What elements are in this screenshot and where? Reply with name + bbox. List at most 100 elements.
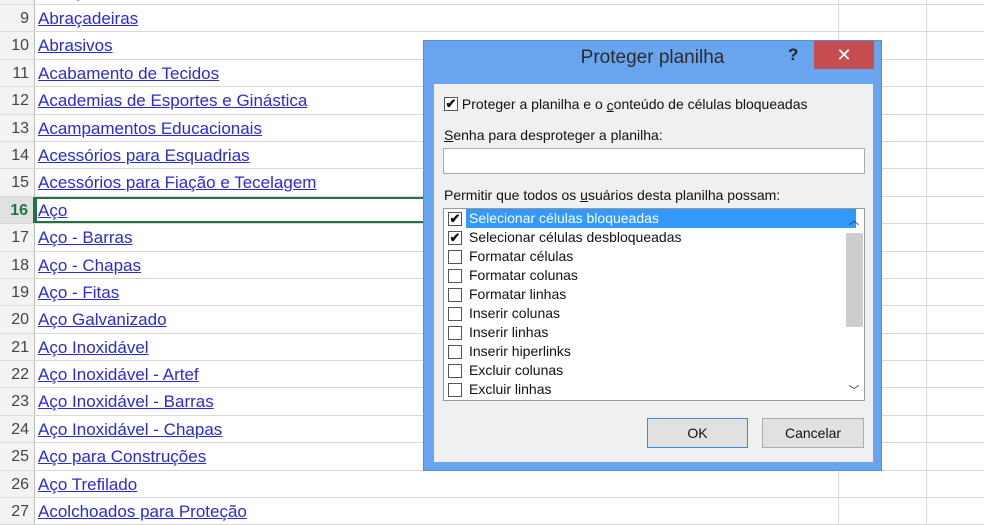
checkbox-icon[interactable]: ✔ bbox=[444, 97, 458, 112]
cell-a[interactable]: Acolchoados para Proteção bbox=[35, 498, 839, 525]
close-button[interactable]: ✕ bbox=[814, 41, 874, 69]
row-header[interactable]: 8 bbox=[0, 0, 35, 4]
cell-c[interactable] bbox=[927, 5, 984, 31]
hyperlink[interactable]: Aço Inoxidável - Barras bbox=[38, 392, 214, 411]
cell-c[interactable] bbox=[927, 252, 984, 278]
password-input[interactable] bbox=[443, 148, 865, 174]
cell-c[interactable] bbox=[927, 279, 984, 305]
cell-c[interactable] bbox=[927, 142, 984, 168]
scroll-up-icon[interactable]: ︿ bbox=[844, 212, 864, 228]
cancel-button[interactable]: Cancelar bbox=[762, 418, 864, 448]
row-header[interactable]: 23 bbox=[0, 388, 35, 415]
permission-item[interactable]: ✔ Selecionar células desbloqueadas bbox=[444, 228, 864, 247]
checkbox-icon[interactable] bbox=[448, 325, 462, 340]
hyperlink[interactable]: Abraçadeiras bbox=[38, 9, 138, 28]
hyperlink[interactable]: Aço para Construções bbox=[38, 447, 206, 466]
row-header[interactable]: 17 bbox=[0, 224, 35, 251]
cell-c[interactable] bbox=[927, 169, 984, 195]
row-header[interactable]: 16 bbox=[0, 196, 35, 224]
scroll-down-icon[interactable]: ﹀ bbox=[844, 382, 864, 398]
permission-item[interactable]: Formatar linhas bbox=[444, 285, 864, 304]
permission-item[interactable]: Excluir linhas bbox=[444, 380, 864, 399]
permission-item[interactable]: Excluir colunas bbox=[444, 361, 864, 380]
checkbox-icon[interactable] bbox=[448, 306, 462, 321]
row-header[interactable]: 9 bbox=[0, 5, 35, 32]
row-header[interactable]: 22 bbox=[0, 361, 35, 388]
cell-b[interactable] bbox=[839, 5, 927, 32]
hyperlink[interactable]: Aço bbox=[38, 201, 67, 220]
hyperlink[interactable]: Acabamento de Tecidos bbox=[38, 64, 219, 83]
row-header[interactable]: 18 bbox=[0, 251, 35, 278]
cell-c[interactable] bbox=[927, 471, 984, 497]
row-header[interactable]: 15 bbox=[0, 169, 35, 196]
hyperlink[interactable]: Abraçadeiras e Fitas bbox=[38, 0, 194, 1]
row-header[interactable]: 25 bbox=[0, 443, 35, 470]
permissions-list[interactable]: ✔ Selecionar células bloqueadas ✔ Seleciona… bbox=[443, 208, 865, 401]
cell-b[interactable] bbox=[839, 470, 927, 498]
hyperlink[interactable]: Aço - Fitas bbox=[38, 283, 119, 302]
cell-c[interactable] bbox=[927, 416, 984, 442]
help-icon[interactable]: ? bbox=[788, 45, 798, 65]
hyperlink[interactable]: Aço Galvanizado bbox=[38, 310, 167, 329]
hyperlink[interactable]: Aço Inoxidável bbox=[38, 338, 149, 357]
hyperlink[interactable]: Aço Inoxidável - Artef bbox=[38, 365, 199, 384]
row-header[interactable]: 24 bbox=[0, 415, 35, 443]
cell-c[interactable] bbox=[927, 443, 984, 469]
checkbox-icon[interactable] bbox=[448, 268, 462, 283]
row-header[interactable]: 11 bbox=[0, 59, 35, 87]
cell-a[interactable]: Abraçadeiras bbox=[35, 5, 839, 32]
cell-c[interactable] bbox=[927, 0, 984, 4]
row-header[interactable]: 26 bbox=[0, 470, 35, 498]
row-header[interactable]: 20 bbox=[0, 306, 35, 333]
permission-item[interactable]: Inserir hiperlinks bbox=[444, 342, 864, 361]
cell-c[interactable] bbox=[927, 197, 984, 223]
hyperlink[interactable]: Acolchoados para Proteção bbox=[38, 502, 247, 521]
scrollbar[interactable]: ︿ ﹀ bbox=[844, 209, 864, 400]
cell-c[interactable] bbox=[927, 388, 984, 414]
checkbox-icon[interactable] bbox=[448, 344, 462, 359]
permission-item[interactable]: Formatar colunas bbox=[444, 266, 864, 285]
cell-b[interactable] bbox=[839, 498, 927, 525]
cell-a[interactable]: Aço Trefilado bbox=[35, 470, 839, 498]
ok-button[interactable]: OK bbox=[647, 418, 748, 448]
row-header[interactable]: 14 bbox=[0, 141, 35, 169]
cell-c[interactable] bbox=[927, 115, 984, 141]
hyperlink[interactable]: Acessórios para Esquadrias bbox=[38, 146, 250, 165]
cell-a[interactable]: Abraçadeiras e Fitas bbox=[35, 0, 839, 4]
row-header[interactable]: 10 bbox=[0, 32, 35, 59]
checkbox-icon[interactable] bbox=[448, 249, 462, 264]
permission-item[interactable]: Formatar células bbox=[444, 247, 864, 266]
hyperlink[interactable]: Acampamentos Educacionais bbox=[38, 119, 262, 138]
cell-c[interactable] bbox=[927, 498, 984, 524]
protect-sheet-checkbox[interactable]: ✔ Proteger a planilha e o conteúdo de cé… bbox=[444, 95, 807, 113]
cell-c[interactable] bbox=[927, 32, 984, 58]
hyperlink[interactable]: Academias de Esportes e Ginástica bbox=[38, 91, 307, 110]
row-header[interactable]: 19 bbox=[0, 278, 35, 306]
checkbox-icon[interactable]: ✔ bbox=[448, 230, 462, 245]
checkbox-icon[interactable] bbox=[448, 287, 462, 302]
scroll-thumb[interactable] bbox=[846, 233, 863, 327]
checkbox-icon[interactable]: ✔ bbox=[448, 211, 462, 226]
row-header[interactable]: 27 bbox=[0, 498, 35, 525]
permission-item[interactable]: Inserir linhas bbox=[444, 323, 864, 342]
hyperlink[interactable]: Aço Trefilado bbox=[38, 475, 137, 494]
hyperlink[interactable]: Acessórios para Fiação e Tecelagem bbox=[38, 173, 316, 192]
cell-c[interactable] bbox=[927, 224, 984, 250]
hyperlink[interactable]: Aço - Chapas bbox=[38, 256, 141, 275]
row-header[interactable]: 21 bbox=[0, 333, 35, 361]
row-header[interactable]: 13 bbox=[0, 114, 35, 141]
permission-item[interactable]: Inserir colunas bbox=[444, 304, 864, 323]
hyperlink[interactable]: Aço - Barras bbox=[38, 228, 132, 247]
cell-c[interactable] bbox=[927, 60, 984, 86]
cell-c[interactable] bbox=[927, 361, 984, 387]
checkbox-icon[interactable] bbox=[448, 382, 462, 397]
hyperlink[interactable]: Abrasivos bbox=[38, 36, 113, 55]
checkbox-icon[interactable] bbox=[448, 363, 462, 378]
cell-c[interactable] bbox=[927, 306, 984, 332]
row-header[interactable]: 12 bbox=[0, 87, 35, 114]
hyperlink[interactable]: Aço Inoxidável - Chapas bbox=[38, 420, 222, 439]
cell-c[interactable] bbox=[927, 334, 984, 360]
cell-b[interactable] bbox=[839, 0, 927, 4]
cell-c[interactable] bbox=[927, 87, 984, 113]
permission-item[interactable]: ✔ Selecionar células bloqueadas bbox=[444, 209, 864, 228]
